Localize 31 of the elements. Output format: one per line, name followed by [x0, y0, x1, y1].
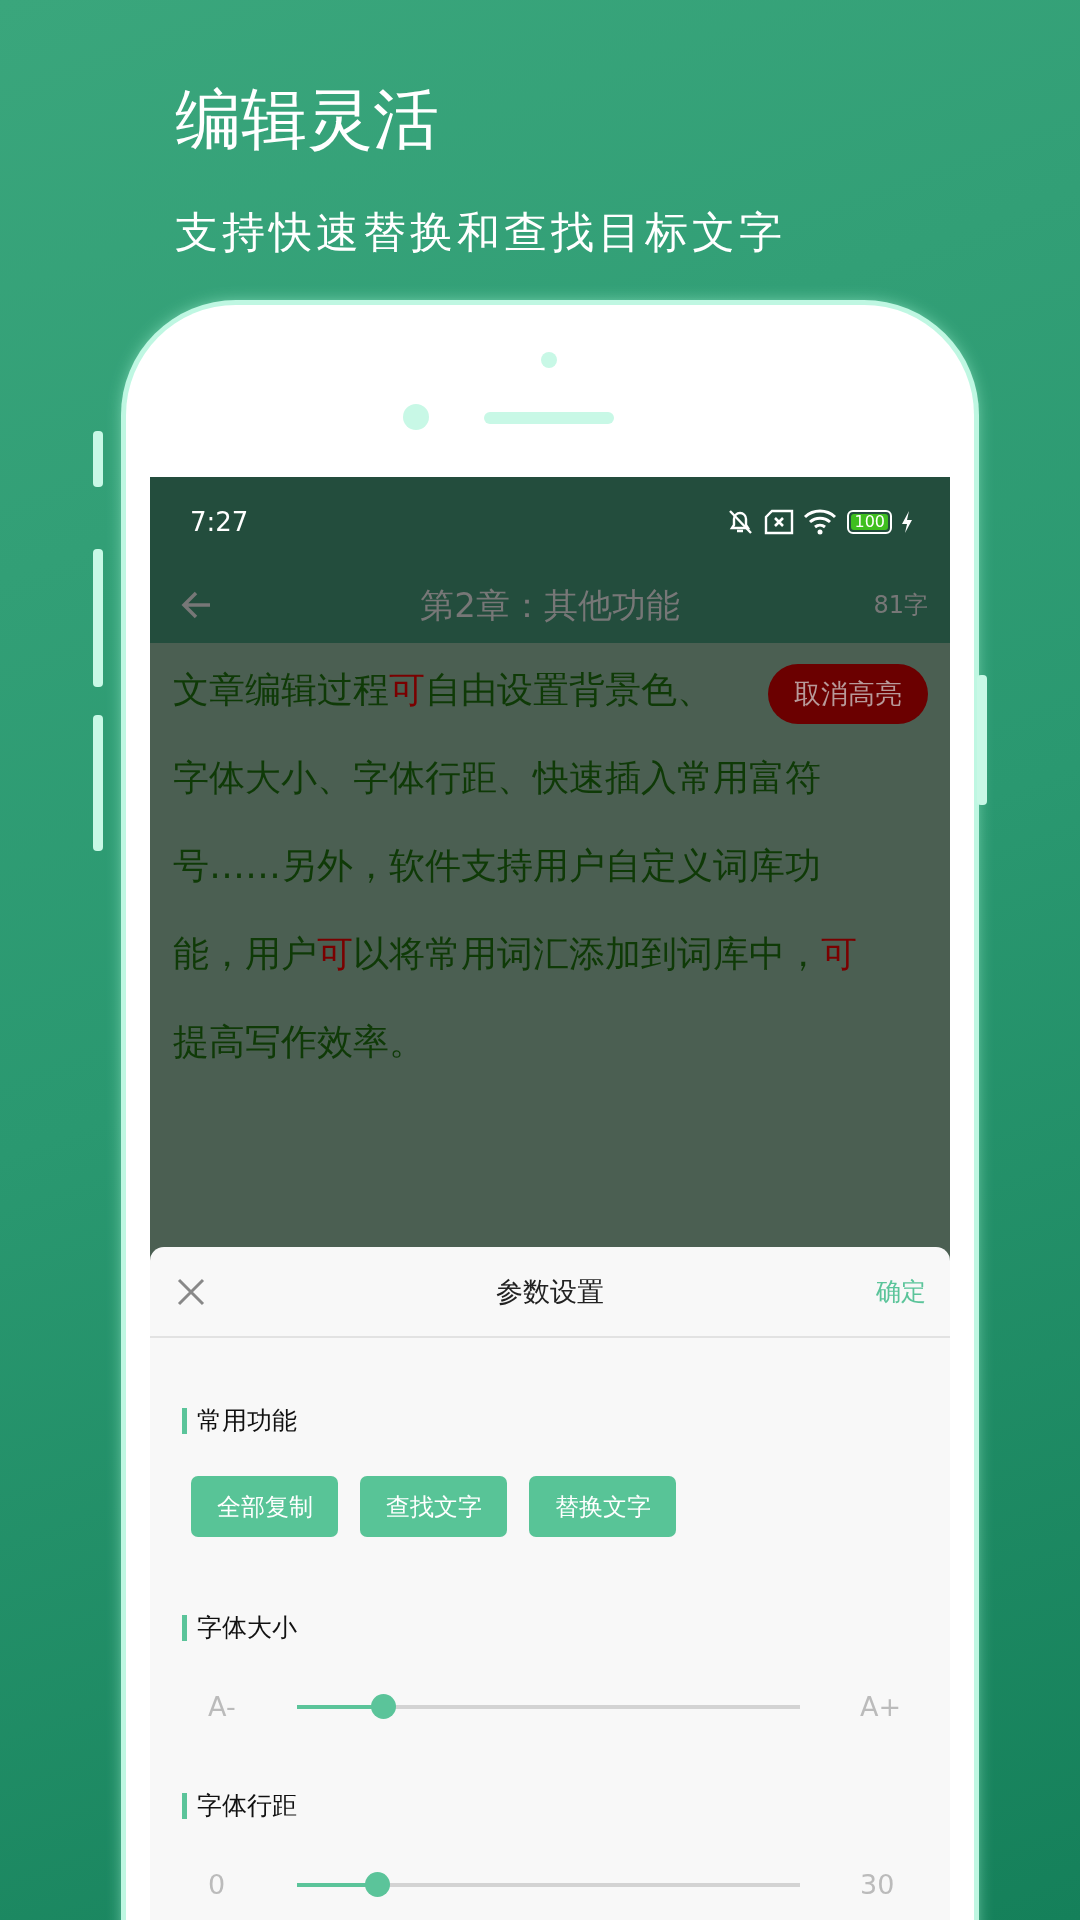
headline: 编辑灵活	[175, 80, 439, 160]
text-line: 提高写作效率。	[173, 1020, 425, 1064]
slider-max-label: 30	[860, 1867, 896, 1902]
sheet-title: 参数设置	[496, 1274, 604, 1309]
function-button[interactable]: 替换文字	[529, 1476, 676, 1537]
confirm-button[interactable]: 确定	[876, 1272, 926, 1311]
slider-min-label: 0	[208, 1867, 227, 1902]
charging-bolt-icon	[900, 510, 914, 534]
close-button[interactable]	[176, 1276, 206, 1307]
text-line: 字体大小、字体行距、快速插入常用富符	[173, 756, 821, 800]
camera-dot	[402, 403, 430, 431]
slider-max-label: A+	[860, 1689, 903, 1724]
slider-thumb[interactable]	[370, 1694, 396, 1719]
section-title: 字体行距	[182, 1793, 297, 1819]
text-line: 号……另外，软件支持用户自定义词库功	[173, 844, 821, 888]
section-title: 常用功能	[182, 1408, 297, 1434]
slider-thumb[interactable]	[365, 1872, 391, 1897]
function-button[interactable]: 全部复制	[191, 1476, 338, 1537]
chapter-title: 第2章：其他功能	[420, 583, 680, 627]
slider-min-label: A-	[208, 1689, 237, 1724]
word-count: 81字	[873, 590, 928, 621]
battery-icon: 100	[847, 510, 892, 534]
sensor-dot	[540, 351, 558, 369]
cancel-highlight-button[interactable]: 取消高亮	[768, 664, 928, 724]
sim-error-icon	[763, 509, 796, 535]
text-line: 能，用户可以将常用词汇添加到词库中，可	[173, 932, 857, 976]
function-button[interactable]: 查找文字	[360, 1476, 507, 1537]
subheadline: 支持快速替换和查找目标文字	[175, 206, 786, 259]
section-title: 字体大小	[182, 1615, 297, 1641]
status-time: 7:27	[190, 505, 249, 539]
text-line: 文章编辑过程可自由设置背景色、	[173, 668, 713, 712]
